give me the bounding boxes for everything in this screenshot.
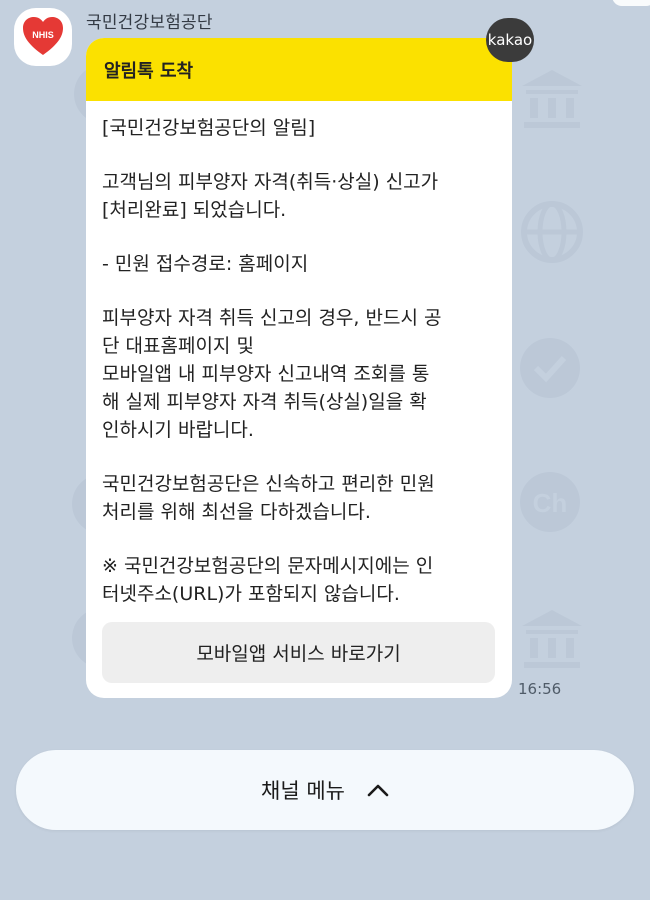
message-notice: 고객님의 피부양자 자격(취득·상실) 신고가 [처리완료] 되었습니다. bbox=[102, 168, 502, 224]
watermark-bank-icon bbox=[518, 604, 586, 672]
kakao-badge: kakao bbox=[486, 18, 534, 62]
message-guide: 피부양자 자격 취득 신고의 경우, 반드시 공 단 대표홈페이지 및 모바일앱… bbox=[102, 304, 502, 444]
scroll-indicator bbox=[612, 0, 650, 6]
watermark-channel-ch-icon: Ch bbox=[516, 468, 584, 536]
message-body: [국민건강보험공단의 알림] 고객님의 피부양자 자격(취득·상실) 신고가 [… bbox=[102, 114, 502, 608]
channel-menu-label: 채널 메뉴 bbox=[261, 779, 345, 803]
guide-line: 단 대표홈페이지 및 bbox=[102, 335, 254, 357]
message-warning: ※ 국민건강보험공단의 문자메시지에는 인 터넷주소(URL)가 포함되지 않습… bbox=[102, 552, 502, 608]
watermark-globe-icon bbox=[518, 198, 586, 266]
chevron-up-icon bbox=[367, 783, 389, 797]
watermark-check-badge-icon bbox=[516, 334, 584, 402]
message-header: 알림톡 도착 bbox=[86, 38, 512, 101]
message-title: [국민건강보험공단의 알림] bbox=[102, 117, 316, 139]
warning-line: 터넷주소(URL)가 포함되지 않습니다. bbox=[102, 583, 400, 605]
guide-line: 피부양자 자격 취득 신고의 경우, 반드시 공 bbox=[102, 307, 442, 329]
mobile-app-shortcut-button[interactable]: 모바일앱 서비스 바로가기 bbox=[102, 622, 495, 683]
guide-line: 해 실제 피부양자 자격 취득(상실)일을 확 bbox=[102, 391, 427, 413]
notice-line: 고객님의 피부양자 자격(취득·상실) 신고가 bbox=[102, 171, 439, 193]
watermark-bank-icon bbox=[518, 64, 586, 132]
sender-name: 국민건강보험공단 bbox=[86, 13, 213, 33]
channel-avatar[interactable]: NHIS bbox=[14, 8, 72, 66]
guide-line: 모바일앱 내 피부양자 신고내역 조회를 통 bbox=[102, 363, 430, 385]
message-timestamp: 16:56 bbox=[518, 680, 562, 698]
warning-line: ※ 국민건강보험공단의 문자메시지에는 인 bbox=[102, 555, 434, 577]
notice-line: [처리완료] 되었습니다. bbox=[102, 199, 287, 221]
closing-line: 국민건강보험공단은 신속하고 편리한 민원 bbox=[102, 473, 435, 495]
alimtalk-message-bubble: 알림톡 도착 [국민건강보험공단의 알림] 고객님의 피부양자 자격(취득·상실… bbox=[86, 38, 512, 698]
svg-text:NHIS: NHIS bbox=[32, 30, 54, 40]
closing-line: 처리를 위해 최선을 다하겠습니다. bbox=[102, 501, 371, 523]
guide-line: 인하시기 바랍니다. bbox=[102, 419, 254, 441]
nhis-logo-icon: NHIS bbox=[23, 17, 63, 55]
svg-text:Ch: Ch bbox=[533, 488, 568, 518]
message-closing: 국민건강보험공단은 신속하고 편리한 민원 처리를 위해 최선을 다하겠습니다. bbox=[102, 470, 502, 526]
message-route: - 민원 접수경로: 홈페이지 bbox=[102, 253, 309, 275]
channel-menu-button[interactable]: 채널 메뉴 bbox=[16, 750, 634, 830]
